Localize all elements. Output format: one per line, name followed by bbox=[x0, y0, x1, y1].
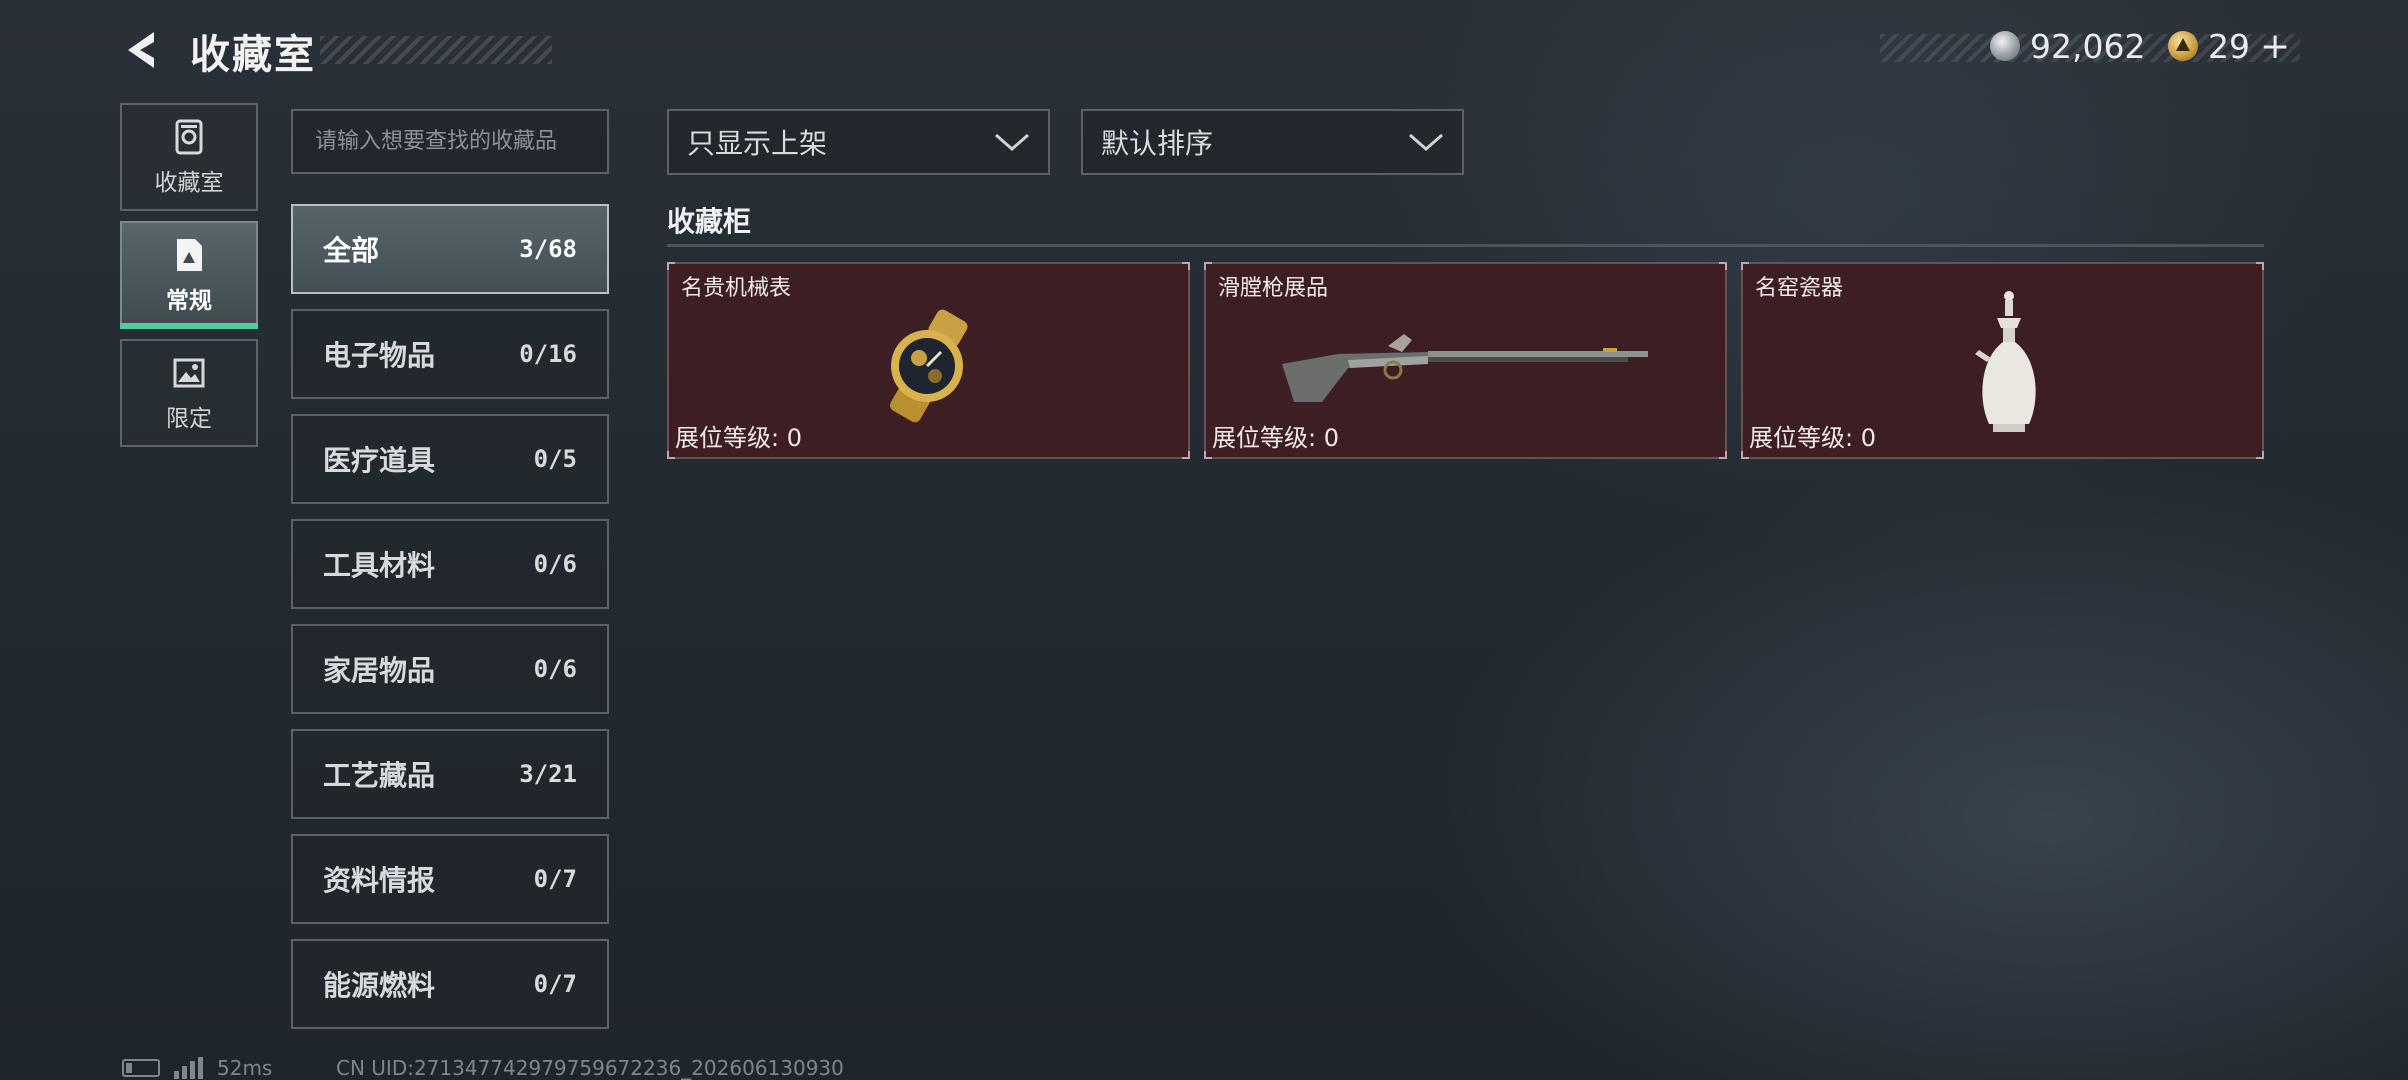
display-filter-dropdown[interactable]: 只显示上架 bbox=[667, 109, 1050, 175]
image-icon bbox=[173, 358, 205, 388]
chevron-down-icon bbox=[1409, 133, 1443, 151]
booth-level: 展位等级: 0 bbox=[1749, 424, 1877, 452]
category-household[interactable]: 家居物品 0/6 bbox=[291, 624, 609, 714]
category-crafts[interactable]: 工艺藏品 3/21 bbox=[291, 729, 609, 819]
category-count: 0/7 bbox=[533, 970, 577, 998]
category-count: 0/5 bbox=[533, 445, 577, 473]
display-filter-value: 只显示上架 bbox=[687, 127, 828, 160]
category-count: 3/21 bbox=[519, 760, 577, 788]
musket-icon bbox=[1282, 334, 1648, 402]
category-all[interactable]: 全部 3/68 bbox=[291, 204, 609, 294]
vault-icon bbox=[175, 119, 203, 155]
category-label: 家居物品 bbox=[323, 654, 436, 687]
back-button[interactable] bbox=[120, 28, 164, 72]
chevron-down-icon bbox=[995, 133, 1029, 151]
ticket-value: 29 bbox=[2208, 26, 2250, 66]
item-name: 滑膛枪展品 bbox=[1218, 276, 1329, 301]
side-tab-label: 收藏室 bbox=[154, 170, 224, 196]
cabinet-divider bbox=[667, 244, 2264, 247]
side-tab-label: 限定 bbox=[166, 406, 212, 432]
ping-value: 52ms bbox=[217, 1056, 273, 1080]
category-label: 能源燃料 bbox=[323, 969, 436, 1002]
side-tab-collection-room[interactable]: 收藏室 bbox=[120, 103, 258, 211]
ticket-icon bbox=[2168, 31, 2198, 61]
vase-icon bbox=[1975, 291, 2036, 432]
ticket-counter: 29 + bbox=[2168, 26, 2290, 67]
coin-value: 92,062 bbox=[2030, 26, 2146, 66]
user-uid: CN UID:271347742979759672236_20260613093… bbox=[336, 1056, 844, 1080]
document-icon bbox=[177, 239, 202, 271]
category-list: 全部 3/68 电子物品 0/16 医疗道具 0/5 工具材料 0/6 家居物品… bbox=[291, 204, 609, 1044]
status-bar: 52ms bbox=[122, 1056, 272, 1080]
side-nav: 收藏室 常规 限定 bbox=[120, 103, 258, 457]
cabinet-title: 收藏柜 bbox=[667, 205, 752, 238]
back-arrow-icon bbox=[128, 32, 154, 68]
category-label: 资料情报 bbox=[323, 864, 436, 897]
category-tools[interactable]: 工具材料 0/6 bbox=[291, 519, 609, 609]
collection-card-watch[interactable]: 名贵机械表 展位等级: 0 bbox=[667, 262, 1190, 459]
category-electronics[interactable]: 电子物品 0/16 bbox=[291, 309, 609, 399]
category-count: 0/16 bbox=[519, 340, 577, 368]
sort-value: 默认排序 bbox=[1101, 127, 1214, 160]
side-tab-regular[interactable]: 常规 bbox=[120, 221, 258, 329]
category-count: 0/6 bbox=[533, 655, 577, 683]
add-ticket-button[interactable]: + bbox=[2260, 26, 2290, 67]
category-fuel[interactable]: 能源燃料 0/7 bbox=[291, 939, 609, 1029]
category-label: 工具材料 bbox=[323, 549, 436, 582]
sort-dropdown[interactable]: 默认排序 bbox=[1081, 109, 1464, 175]
side-tab-label: 常规 bbox=[166, 288, 212, 314]
search-input[interactable] bbox=[291, 109, 609, 174]
category-label: 全部 bbox=[323, 234, 380, 267]
collection-card-musket[interactable]: 滑膛枪展品 展位等级: 0 bbox=[1204, 262, 1727, 459]
category-count: 3/68 bbox=[519, 235, 577, 263]
coin-counter: 92,062 bbox=[1990, 26, 2145, 66]
title-decoration bbox=[320, 36, 552, 64]
category-label: 医疗道具 bbox=[323, 444, 436, 477]
category-label: 工艺藏品 bbox=[323, 759, 436, 792]
watch-icon bbox=[889, 309, 968, 423]
category-label: 电子物品 bbox=[323, 339, 436, 372]
item-name: 名贵机械表 bbox=[681, 276, 792, 301]
coin-icon bbox=[1990, 31, 2020, 61]
item-name: 名窑瓷器 bbox=[1755, 276, 1844, 301]
category-count: 0/7 bbox=[533, 865, 577, 893]
side-tab-limited[interactable]: 限定 bbox=[120, 339, 258, 447]
category-medical[interactable]: 医疗道具 0/5 bbox=[291, 414, 609, 504]
battery-icon bbox=[122, 1059, 160, 1077]
category-count: 0/6 bbox=[533, 550, 577, 578]
page-title: 收藏室 bbox=[190, 32, 316, 78]
signal-icon bbox=[174, 1057, 203, 1079]
category-intel[interactable]: 资料情报 0/7 bbox=[291, 834, 609, 924]
booth-level: 展位等级: 0 bbox=[1212, 424, 1340, 452]
booth-level: 展位等级: 0 bbox=[675, 424, 803, 452]
collection-card-porcelain[interactable]: 名窑瓷器 展位等级: 0 bbox=[1741, 262, 2264, 459]
